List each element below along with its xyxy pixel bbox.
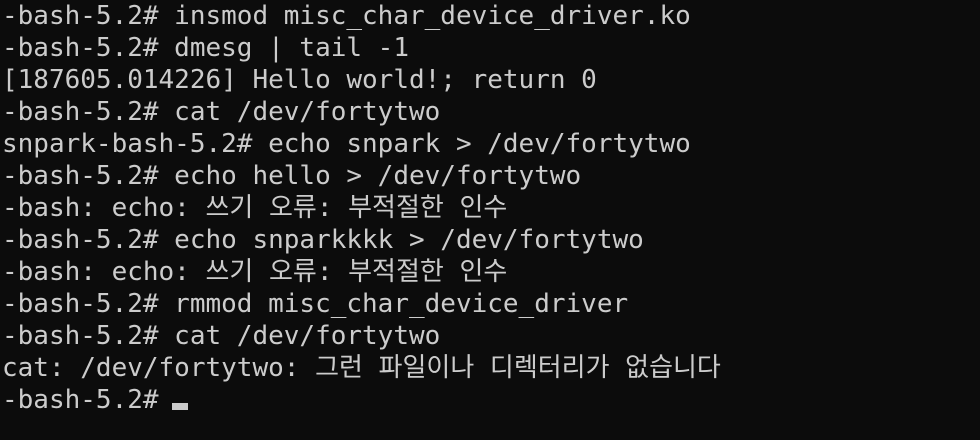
- terminal-output-line: -bash-5.2# rmmod misc_char_device_driver: [2, 289, 629, 319]
- terminal-output-line: [187605.014226] Hello world!; return 0: [2, 65, 597, 95]
- terminal-output-line: cat: /dev/fortytwo: 그런 파일이나 디렉터리가 없습니다: [2, 353, 721, 383]
- text-cursor: [171, 403, 188, 410]
- terminal-output-line: snpark-bash-5.2# echo snpark > /dev/fort…: [2, 129, 691, 159]
- terminal-input-line[interactable]: -bash-5.2#: [2, 384, 980, 416]
- terminal-output-line: -bash: echo: 쓰기 오류: 부적절한 인수: [2, 193, 508, 223]
- terminal-window[interactable]: -bash-5.2# insmod misc_char_device_drive…: [0, 0, 980, 440]
- terminal-output-line: -bash-5.2# echo hello > /dev/fortytwo: [2, 161, 582, 191]
- terminal-output-line: -bash-5.2# cat /dev/fortytwo: [2, 321, 441, 351]
- shell-prompt: -bash-5.2#: [2, 385, 159, 415]
- terminal-output-line: -bash-5.2# insmod misc_char_device_drive…: [2, 1, 691, 31]
- terminal-output-line: -bash-5.2# echo snparkkkk > /dev/fortytw…: [2, 225, 644, 255]
- terminal-output-line: -bash-5.2# cat /dev/fortytwo: [2, 97, 441, 127]
- terminal-output-line: -bash: echo: 쓰기 오류: 부적절한 인수: [2, 257, 508, 287]
- terminal-output-line: -bash-5.2# dmesg | tail -1: [2, 33, 409, 63]
